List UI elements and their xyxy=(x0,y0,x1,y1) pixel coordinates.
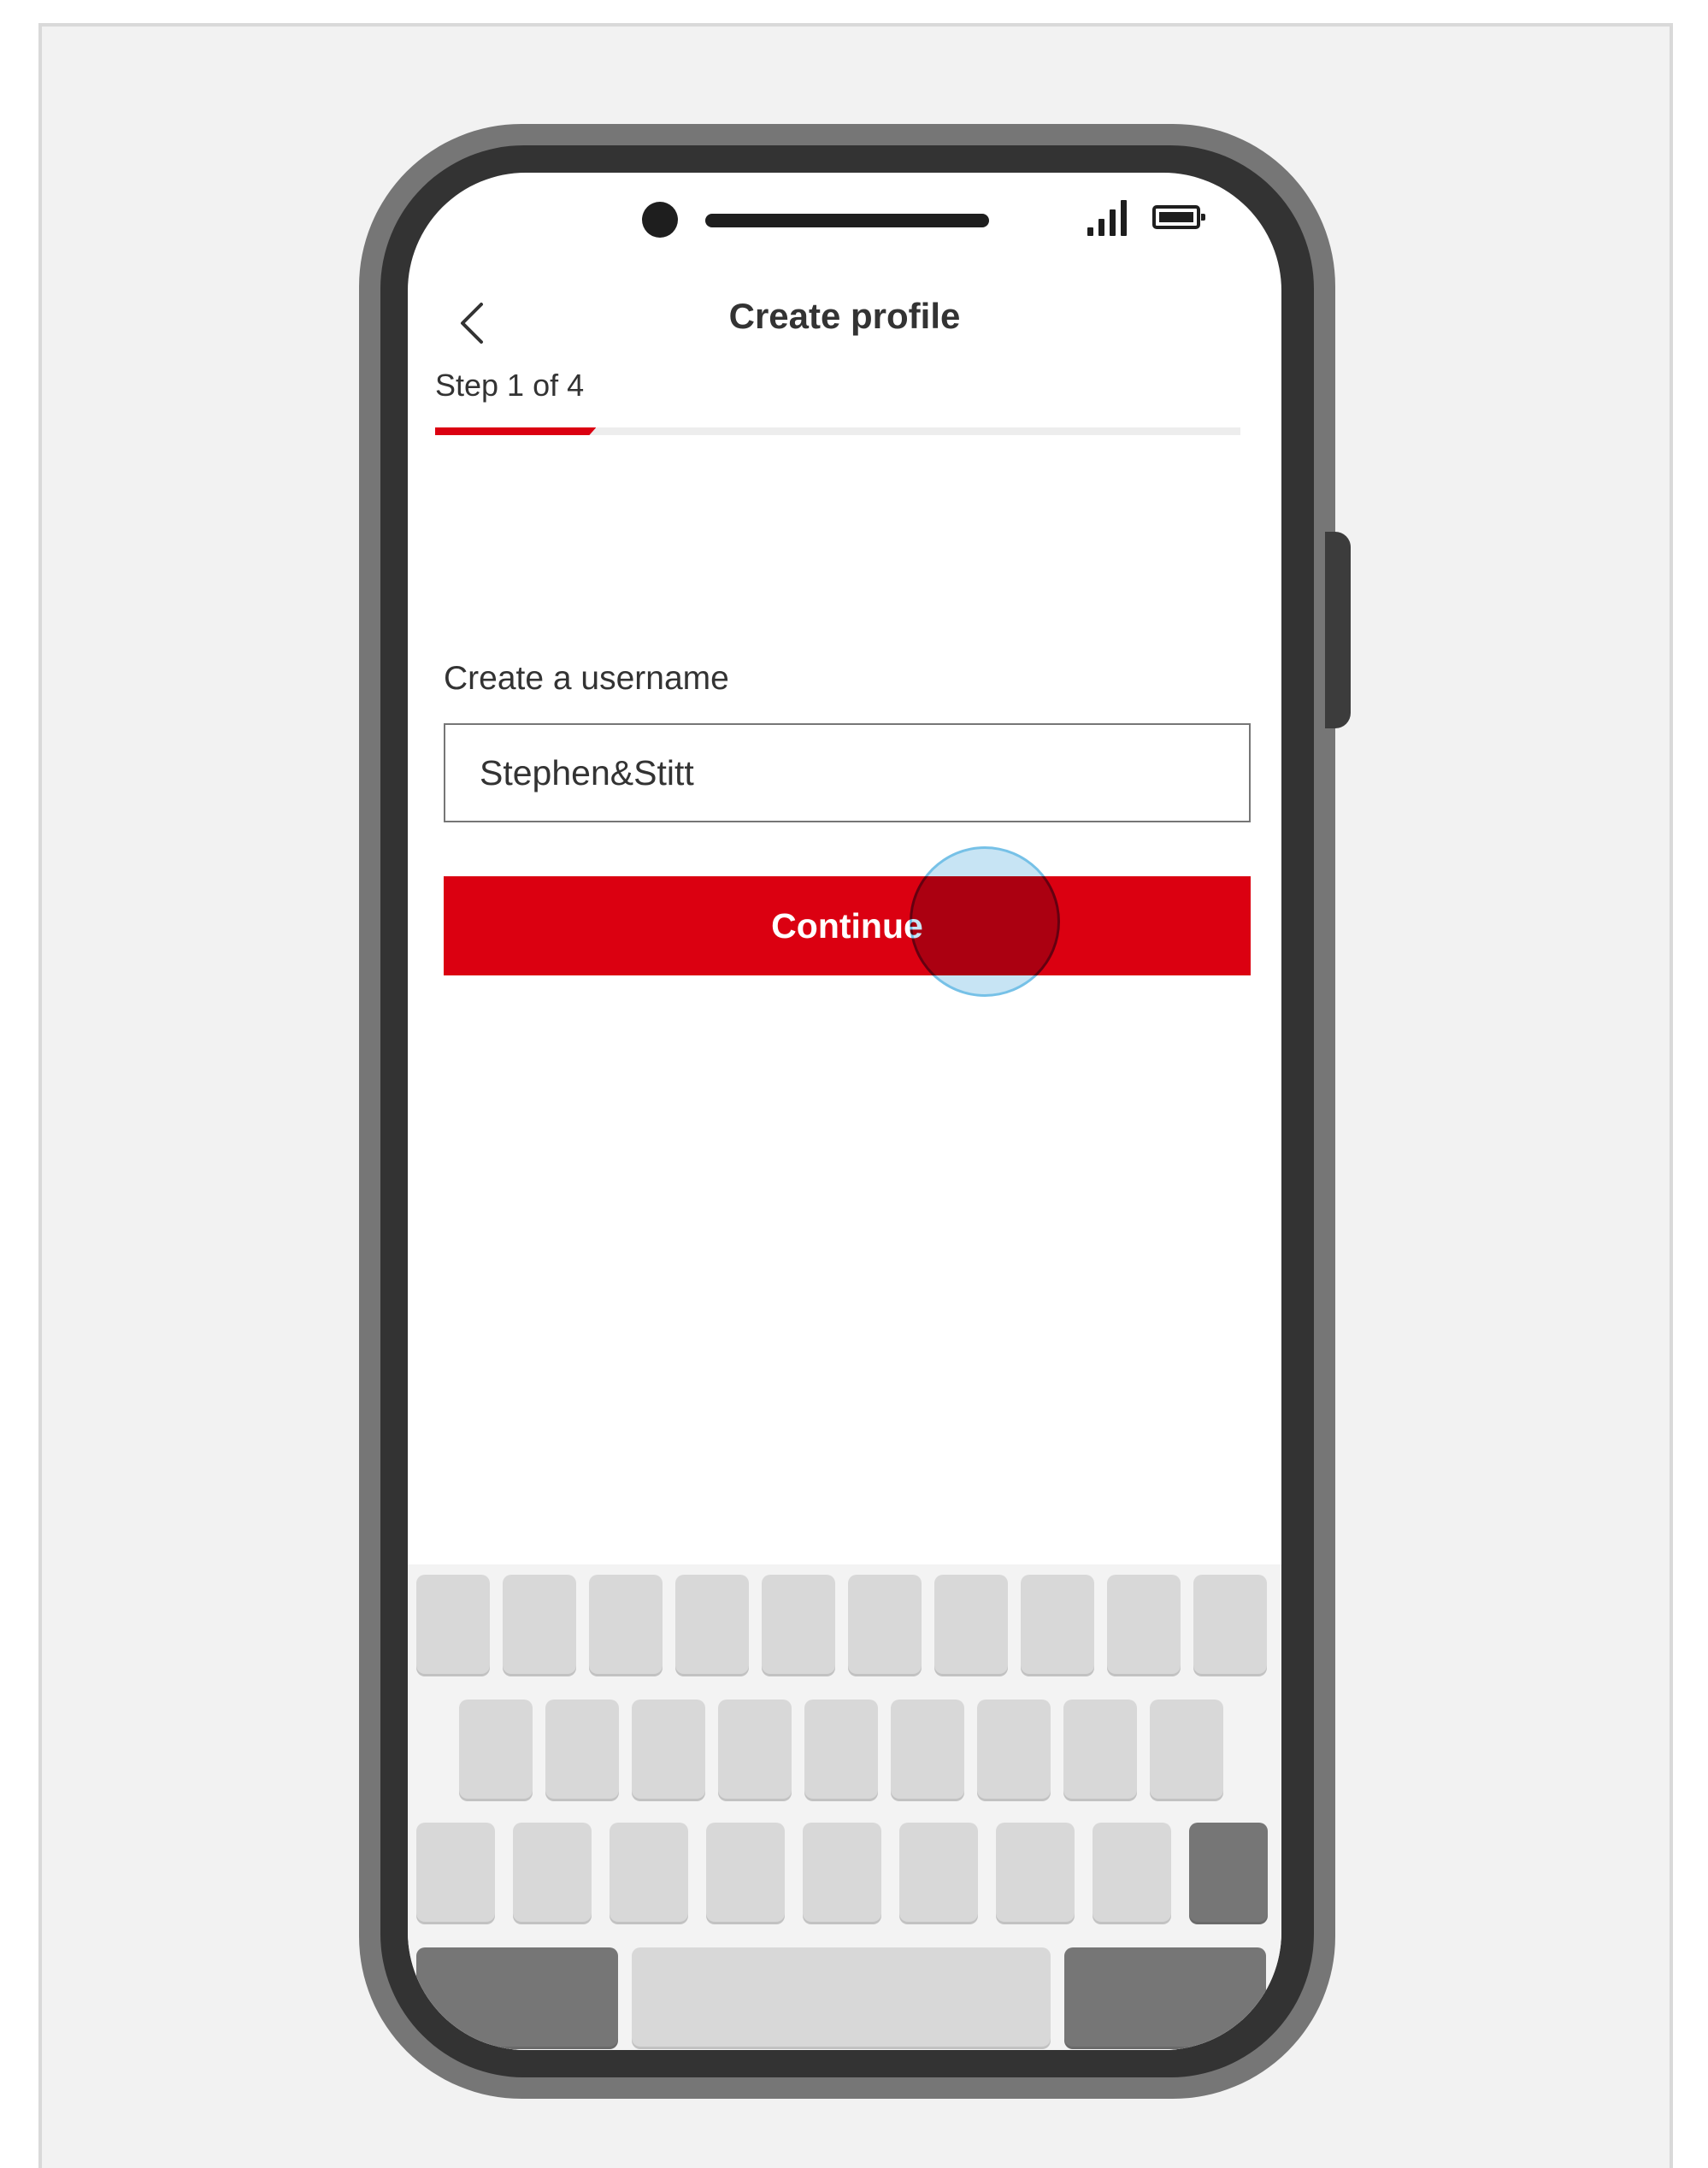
keyboard-key[interactable] xyxy=(934,1575,1008,1674)
keyboard-key[interactable] xyxy=(1063,1700,1137,1799)
keyboard-key[interactable] xyxy=(804,1700,878,1799)
keyboard-key[interactable] xyxy=(718,1700,792,1799)
onscreen-keyboard xyxy=(408,1564,1281,2050)
keyboard-key[interactable] xyxy=(1093,1823,1171,1922)
keyboard-key[interactable] xyxy=(545,1700,619,1799)
continue-button[interactable]: Continue xyxy=(444,876,1251,975)
keyboard-key[interactable] xyxy=(675,1575,749,1674)
keyboard-key[interactable] xyxy=(610,1823,688,1922)
space-key[interactable] xyxy=(632,1947,1051,2047)
keyboard-key[interactable] xyxy=(632,1700,705,1799)
keyboard-key[interactable] xyxy=(416,1823,495,1922)
keyboard-key[interactable] xyxy=(589,1575,663,1674)
progress-bar-fill xyxy=(435,427,596,435)
username-input[interactable]: Stephen&Stitt xyxy=(444,723,1251,822)
keyboard-key[interactable] xyxy=(1021,1575,1094,1674)
keyboard-key[interactable] xyxy=(1150,1700,1223,1799)
mode-switch-key[interactable] xyxy=(416,1947,618,2047)
keyboard-key[interactable] xyxy=(459,1700,533,1799)
keyboard-key[interactable] xyxy=(1193,1575,1267,1674)
tap-indicator xyxy=(910,846,1060,997)
page-title: Create profile xyxy=(728,296,961,336)
speaker-grille xyxy=(705,214,989,227)
keyboard-key[interactable] xyxy=(503,1575,576,1674)
return-key[interactable] xyxy=(1064,1947,1266,2047)
battery-full-icon xyxy=(1152,205,1205,229)
keyboard-key[interactable] xyxy=(899,1823,978,1922)
keyboard-key[interactable] xyxy=(891,1700,964,1799)
username-label: Create a username xyxy=(444,660,729,697)
keyboard-key[interactable] xyxy=(513,1823,592,1922)
keyboard-key[interactable] xyxy=(762,1575,835,1674)
backspace-key[interactable] xyxy=(1189,1823,1268,1922)
camera-icon xyxy=(642,202,678,238)
keyboard-key[interactable] xyxy=(977,1700,1051,1799)
keyboard-key[interactable] xyxy=(1107,1575,1181,1674)
keyboard-key[interactable] xyxy=(996,1823,1075,1922)
keyboard-key[interactable] xyxy=(706,1823,785,1922)
keyboard-key[interactable] xyxy=(803,1823,881,1922)
phone-side-button xyxy=(1325,532,1351,728)
progress-bar xyxy=(435,427,1240,435)
signal-bars-icon xyxy=(1087,198,1140,236)
phone-screen: Create profile Step 1 of 4 Create a user… xyxy=(408,173,1281,2050)
step-indicator: Step 1 of 4 xyxy=(435,368,585,403)
keyboard-key[interactable] xyxy=(848,1575,922,1674)
keyboard-key[interactable] xyxy=(416,1575,490,1674)
